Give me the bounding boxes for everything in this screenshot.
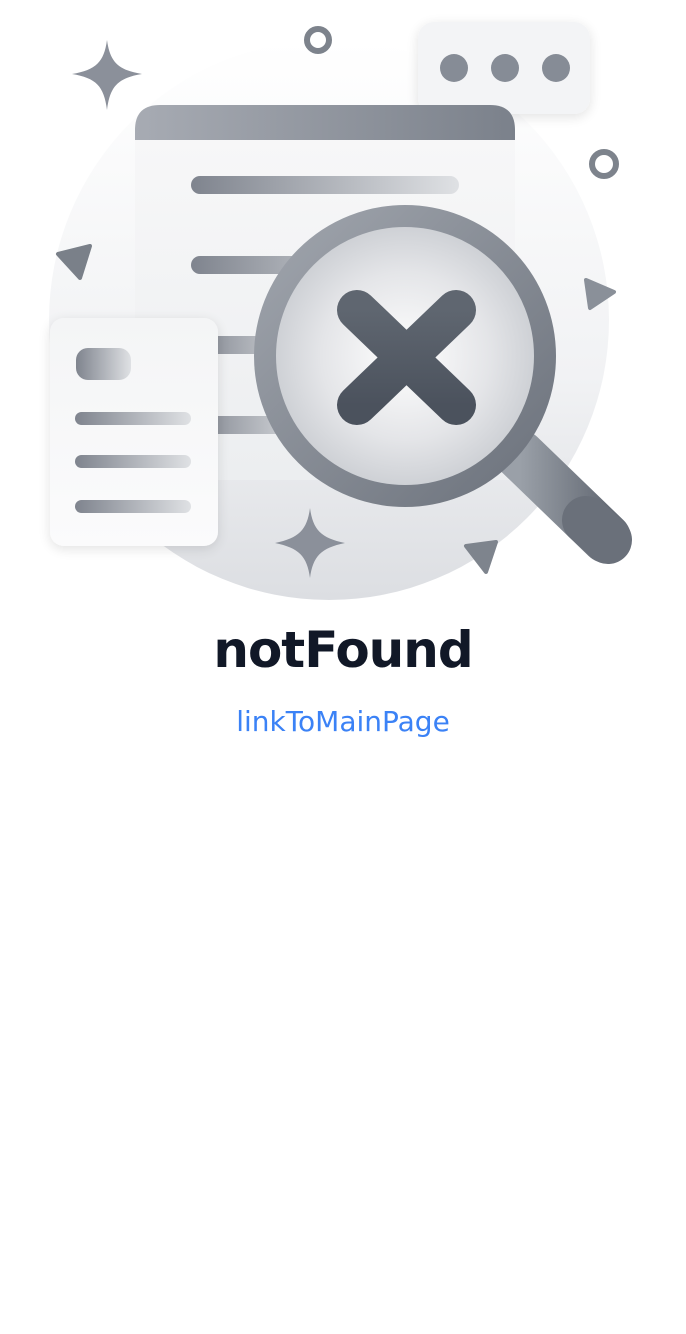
main-page-link[interactable]: linkToMainPage [0, 702, 686, 742]
not-found-illustration [49, 22, 632, 600]
document-card-line [75, 455, 191, 468]
ring-icon [589, 149, 619, 179]
sparkle-icon [72, 40, 142, 110]
magnifier-with-x-icon [254, 205, 556, 507]
document-card-line [75, 412, 191, 425]
magnifier-handle [495, 430, 632, 564]
document-card-chip [76, 348, 131, 380]
not-found-title: notFound [213, 621, 473, 679]
document-card-line [75, 500, 191, 513]
dot-icon [491, 54, 519, 82]
dot-icon [440, 54, 468, 82]
dot-icon [542, 54, 570, 82]
not-found-page: notFound linkToMainPage [0, 0, 686, 1334]
